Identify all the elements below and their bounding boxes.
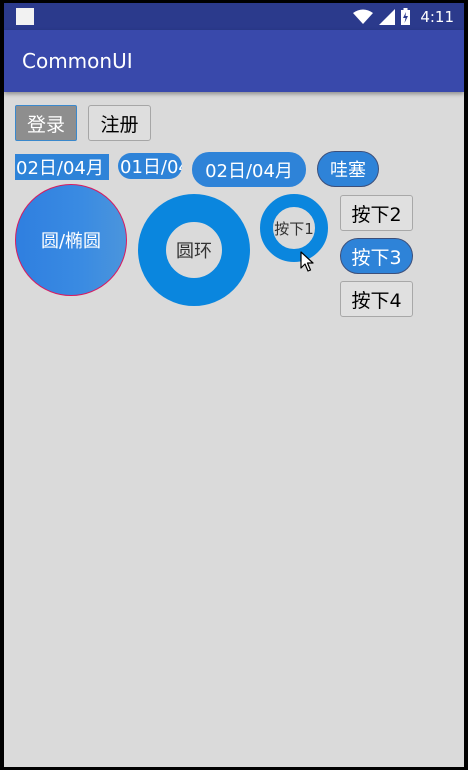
register-button[interactable]: 注册 (88, 105, 151, 141)
press3-button[interactable]: 按下3 (340, 238, 413, 274)
circle-oval-shape: 圆/椭圆 (15, 184, 127, 296)
battery-charging-icon (401, 8, 411, 25)
status-clock: 4:11 (420, 7, 454, 26)
date-tag-pill-small: 01日/04月 (118, 153, 182, 179)
notification-square-icon (16, 8, 34, 25)
app-bar: CommonUI (4, 30, 464, 92)
status-icons: 4:11 (353, 3, 454, 30)
wasai-tag[interactable]: 哇塞 (317, 151, 379, 187)
date-tag-pill: 02日/04月 (192, 152, 306, 187)
ring-shape: 圆环 (138, 194, 250, 306)
app-title: CommonUI (22, 49, 133, 73)
mouse-cursor-icon (300, 251, 314, 272)
login-button[interactable]: 登录 (15, 105, 77, 141)
press4-button[interactable]: 按下4 (340, 281, 413, 317)
date-tag-rect: 02日/04月 (15, 154, 109, 180)
phone-screen: 4:11 CommonUI 登录 注册 02日/04月 01日/04月 02日/… (4, 3, 464, 767)
press2-button[interactable]: 按下2 (340, 195, 413, 231)
press1-ring-button[interactable]: 按下1 (260, 194, 328, 262)
signal-icon (379, 8, 396, 25)
wifi-icon (353, 9, 374, 24)
status-bar: 4:11 (4, 3, 464, 30)
